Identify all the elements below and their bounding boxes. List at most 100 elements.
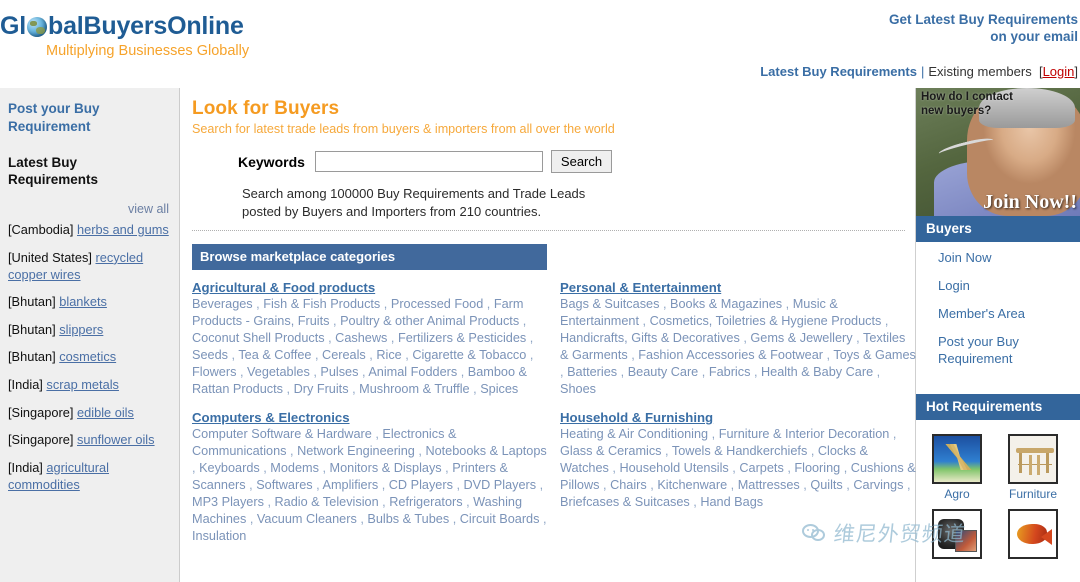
category-item-link[interactable]: Towels & Handkerchiefs bbox=[672, 444, 807, 458]
requirement-link[interactable]: blankets bbox=[59, 294, 107, 309]
category-item-link[interactable]: Cashews bbox=[335, 331, 387, 345]
category-item-link[interactable]: Health & Baby Care bbox=[761, 365, 873, 379]
category-item-link[interactable]: Coconut Shell Products bbox=[192, 331, 325, 345]
category-item-link[interactable]: Gems & Jewellery bbox=[750, 331, 852, 345]
category-item-link[interactable]: Bulbs & Tubes bbox=[367, 512, 449, 526]
category-item-link[interactable]: Household Utensils bbox=[619, 461, 728, 475]
buyers-link[interactable]: Login bbox=[938, 278, 1080, 295]
category-item-link[interactable]: Rice bbox=[376, 348, 401, 362]
buyers-link[interactable]: Member's Area bbox=[938, 306, 1080, 323]
category-item-link[interactable]: Fish & Fish Products bbox=[263, 297, 380, 311]
category-block: Computers & Electronics Computer Software… bbox=[192, 410, 548, 544]
category-item-link[interactable]: Insulation bbox=[192, 529, 246, 543]
category-item-link[interactable]: Fabrics bbox=[709, 365, 751, 379]
category-item-link[interactable]: Books & Magazines bbox=[670, 297, 782, 311]
category-item-link[interactable]: Processed Food bbox=[391, 297, 483, 311]
category-item-link[interactable]: Animal Fodders bbox=[368, 365, 457, 379]
category-title-link[interactable]: Computers & Electronics bbox=[192, 410, 350, 425]
requirement-link[interactable]: herbs and gums bbox=[77, 222, 169, 237]
nav-latest-buy-requirements[interactable]: Latest Buy Requirements bbox=[760, 64, 917, 79]
category-item-link[interactable]: Quilts bbox=[810, 478, 842, 492]
furniture-thumbnail[interactable] bbox=[1008, 434, 1058, 485]
search-input[interactable] bbox=[314, 151, 543, 172]
category-item-link[interactable]: Vacuum Cleaners bbox=[257, 512, 357, 526]
agro-thumbnail[interactable] bbox=[932, 434, 982, 485]
requirement-link[interactable]: scrap metals bbox=[46, 377, 119, 392]
category-item-link[interactable]: Hand Bags bbox=[700, 495, 763, 509]
join-now-banner[interactable]: How do I contact new buyers? Join Now!! bbox=[916, 88, 1080, 216]
category-item-link[interactable]: Modems bbox=[270, 461, 319, 475]
search-button[interactable]: Search bbox=[550, 150, 613, 173]
requirement-link[interactable]: sunflower oils bbox=[77, 432, 155, 447]
category-item-link[interactable]: Spices bbox=[480, 382, 518, 396]
category-item-link[interactable]: Kitchenware bbox=[657, 478, 727, 492]
category-item-link[interactable]: Chairs bbox=[610, 478, 647, 492]
category-item-link[interactable]: Cosmetics, Toiletries & Hygiene Products bbox=[650, 314, 882, 328]
category-item-link[interactable]: Furniture & Interior Decoration bbox=[719, 427, 890, 441]
category-item-link[interactable]: Cigarette & Tobacco bbox=[412, 348, 526, 362]
category-item-link[interactable]: Carpets bbox=[739, 461, 783, 475]
category-item-link[interactable]: Circuit Boards bbox=[460, 512, 540, 526]
category-item-link[interactable]: CD Players bbox=[389, 478, 453, 492]
hot-requirement-item[interactable]: Furniture bbox=[1002, 434, 1064, 501]
category-item-link[interactable]: MP3 Players bbox=[192, 495, 264, 509]
category-item-link[interactable]: Flooring bbox=[794, 461, 840, 475]
category-item-link[interactable]: Briefcases & Suitcases bbox=[560, 495, 690, 509]
category-item-link[interactable]: Mushroom & Truffle bbox=[359, 382, 469, 396]
site-logo[interactable]: Gl balBuyersOnline Multiplying Businesse… bbox=[0, 14, 249, 60]
category-item-link[interactable]: Notebooks & Laptops bbox=[425, 444, 546, 458]
requirement-item: [Bhutan] slippers bbox=[8, 322, 169, 339]
category-item-link[interactable]: Tea & Coffee bbox=[238, 348, 311, 362]
category-item-link[interactable]: Radio & Television bbox=[275, 495, 379, 509]
search-note: Search among 100000 Buy Requirements and… bbox=[242, 185, 905, 220]
latest-requirements-list: [Cambodia] herbs and gums [United States]… bbox=[8, 222, 169, 493]
category-title-link[interactable]: Household & Furnishing bbox=[560, 410, 713, 425]
category-item-link[interactable]: Batteries bbox=[567, 365, 617, 379]
view-all-link[interactable]: view all bbox=[128, 202, 169, 216]
category-item-link[interactable]: Seeds bbox=[192, 348, 228, 362]
sidebar-post-buy-requirement[interactable]: Post your Buy Requirement bbox=[8, 100, 169, 136]
category-item-link[interactable]: Vegetables bbox=[247, 365, 310, 379]
category-item-link[interactable]: Mattresses bbox=[738, 478, 800, 492]
category-item-link[interactable]: Glass & Ceramics bbox=[560, 444, 662, 458]
category-item-link[interactable]: Flowers bbox=[192, 365, 236, 379]
hot-requirement-label: Furniture bbox=[1008, 487, 1058, 502]
buyers-link[interactable]: Post your Buy Requirement bbox=[938, 334, 1080, 368]
category-item-link[interactable]: Toys & Games bbox=[833, 348, 916, 362]
category-item-link[interactable]: Monitors & Displays bbox=[330, 461, 442, 475]
requirement-link[interactable]: slippers bbox=[59, 322, 103, 337]
category-item-link[interactable]: Bags & Suitcases bbox=[560, 297, 659, 311]
electronics-thumbnail[interactable] bbox=[932, 509, 982, 560]
requirement-link[interactable]: edible oils bbox=[77, 405, 134, 420]
category-title-link[interactable]: Personal & Entertainment bbox=[560, 280, 721, 295]
category-item-link[interactable]: Pulses bbox=[320, 365, 358, 379]
category-item-link[interactable]: Network Engineering bbox=[297, 444, 415, 458]
category-title-link[interactable]: Agricultural & Food products bbox=[192, 280, 375, 295]
hot-requirement-item[interactable] bbox=[1002, 509, 1064, 562]
buyers-link[interactable]: Join Now bbox=[938, 250, 1080, 267]
category-item-link[interactable]: Carvings bbox=[853, 478, 903, 492]
category-item-link[interactable]: Cereals bbox=[322, 348, 366, 362]
category-item-link[interactable]: Keyboards bbox=[199, 461, 260, 475]
category-item-link[interactable]: Poultry & other Animal Products bbox=[340, 314, 519, 328]
fish-thumbnail[interactable] bbox=[1008, 509, 1058, 560]
category-item-link[interactable]: Heating & Air Conditioning bbox=[560, 427, 708, 441]
category-item-link[interactable]: Beauty Care bbox=[628, 365, 699, 379]
category-column-left: Agricultural & Food products Beverages , … bbox=[192, 280, 548, 558]
login-link[interactable]: Login bbox=[1043, 64, 1075, 79]
category-item-link[interactable]: Beverages bbox=[192, 297, 253, 311]
category-item-link[interactable]: Amplifiers bbox=[322, 478, 378, 492]
banner-question-line-1: How do I contact bbox=[921, 91, 1013, 103]
category-item-link[interactable]: Computer Software & Hardware bbox=[192, 427, 372, 441]
category-item-link[interactable]: DVD Players bbox=[464, 478, 537, 492]
category-item-link[interactable]: Refrigerators bbox=[389, 495, 462, 509]
hot-requirement-item[interactable]: Agro bbox=[926, 434, 988, 501]
category-item-link[interactable]: Softwares bbox=[256, 478, 312, 492]
category-item-link[interactable]: Fertilizers & Pesticides bbox=[398, 331, 526, 345]
hot-requirement-item[interactable] bbox=[926, 509, 988, 562]
category-item-link[interactable]: Dry Fruits bbox=[294, 382, 349, 396]
category-item-link[interactable]: Handicrafts, Gifts & Decoratives bbox=[560, 331, 740, 345]
category-item-link[interactable]: Shoes bbox=[560, 382, 596, 396]
requirement-link[interactable]: cosmetics bbox=[59, 349, 116, 364]
category-item-link[interactable]: Fashion Accessories & Footwear bbox=[638, 348, 823, 362]
